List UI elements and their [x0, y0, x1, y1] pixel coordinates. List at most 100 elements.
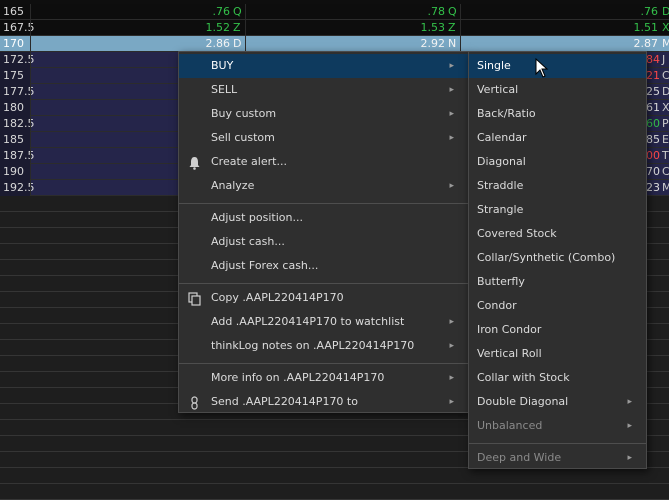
menu-item-label: Deep and Wide	[477, 451, 562, 464]
context-menu: BUY ▸ SELL ▸ Buy custom ▸ Sell custom ▸ Create a…	[178, 51, 469, 413]
submenu-arrow-icon: ▸	[449, 181, 454, 191]
partial-value: 23	[646, 181, 660, 194]
buy-submenu: Single Vertical Back/Ratio Calendar Diagonal…	[468, 51, 647, 469]
menu-item-single[interactable]: Single	[469, 54, 646, 78]
menu-item-label: thinkLog notes on .AAPL220414P170	[211, 339, 415, 352]
menu-item-more-info-on-aapl220414p170[interactable]: More info on .AAPL220414P170 ▸	[179, 366, 468, 390]
ask-exchange: N	[448, 37, 457, 50]
strike-price: 187.5	[0, 148, 35, 164]
menu-item-copy-aapl220414p170[interactable]: Copy .AAPL220414P170	[179, 286, 468, 310]
menu-item-collar-with-stock[interactable]: Collar with Stock	[469, 366, 646, 390]
ask-value: .78	[427, 5, 446, 18]
menu-item-buy-custom[interactable]: Buy custom ▸	[179, 102, 468, 126]
submenu-arrow-icon: ▸	[627, 421, 632, 431]
strike-price: 180	[0, 100, 30, 116]
column-divider	[460, 4, 461, 19]
option-row[interactable]: 165.76 Q .78 Q .76 D	[0, 4, 669, 20]
last-value: 1.51	[633, 21, 659, 34]
menu-item-label: Diagonal	[477, 155, 526, 168]
strike-price: 170	[3, 37, 24, 50]
menu-item-diagonal[interactable]: Diagonal	[469, 150, 646, 174]
option-row[interactable]: 170 2.86 D 2.92 N 2.87 M	[0, 36, 669, 52]
menu-item-analyze[interactable]: Analyze ▸	[179, 174, 468, 198]
submenu-arrow-icon: ▸	[627, 453, 632, 463]
partial-value: 00	[646, 149, 660, 162]
menu-separator	[179, 363, 468, 364]
menu-item-label: Adjust Forex cash...	[211, 259, 319, 272]
submenu-arrow-icon: ▸	[449, 133, 454, 143]
menu-item-iron-condor[interactable]: Iron Condor	[469, 318, 646, 342]
ask-exchange: Q	[448, 5, 457, 18]
strike-price: 182.5	[0, 116, 35, 132]
ask-value: 1.53	[420, 21, 446, 34]
strike-price: 177.5	[0, 84, 35, 100]
menu-item-label: Adjust position...	[211, 211, 303, 224]
menu-item-label: Single	[477, 59, 511, 72]
menu-item-butterfly[interactable]: Butterfly	[469, 270, 646, 294]
partial-exchange: D	[662, 85, 669, 98]
submenu-arrow-icon: ▸	[449, 397, 454, 407]
menu-item-strangle[interactable]: Strangle	[469, 198, 646, 222]
menu-item-add-aapl220414p170-to-watchlist[interactable]: Add .AAPL220414P170 to watchlist ▸	[179, 310, 468, 334]
partial-value: 60	[646, 117, 660, 130]
column-divider	[30, 164, 31, 179]
partial-value: 85	[646, 133, 660, 146]
mouse-cursor-icon	[535, 58, 549, 78]
menu-item-create-alert[interactable]: Create alert...	[179, 150, 468, 174]
menu-item-label: Adjust cash...	[211, 235, 285, 248]
menu-item-label: Vertical Roll	[477, 347, 542, 360]
menu-item-sell-custom[interactable]: Sell custom ▸	[179, 126, 468, 150]
menu-item-label: Strangle	[477, 203, 524, 216]
menu-item-adjust-cash[interactable]: Adjust cash...	[179, 230, 468, 254]
strike-price: 167.5	[3, 21, 35, 34]
strike-price: 185	[0, 132, 30, 148]
menu-item-label: Calendar	[477, 131, 527, 144]
menu-item-unbalanced[interactable]: Unbalanced ▸	[469, 414, 646, 438]
partial-exchange: C	[662, 69, 669, 82]
last-value: 2.87	[633, 37, 659, 50]
menu-item-back-ratio[interactable]: Back/Ratio	[469, 102, 646, 126]
partial-exchange: J	[662, 53, 666, 66]
menu-item-double-diagonal[interactable]: Double Diagonal ▸	[469, 390, 646, 414]
menu-item-label: Send .AAPL220414P170 to	[211, 395, 358, 408]
menu-item-send-aapl220414p170-to[interactable]: Send .AAPL220414P170 to ▸	[179, 390, 468, 414]
menu-item-condor[interactable]: Condor	[469, 294, 646, 318]
submenu-arrow-icon: ▸	[449, 373, 454, 383]
partial-exchange: X	[662, 101, 669, 114]
link-icon	[188, 395, 201, 410]
menu-item-adjust-forex-cash[interactable]: Adjust Forex cash...	[179, 254, 468, 278]
column-divider	[460, 36, 461, 51]
strike-price: 172.5	[0, 52, 35, 68]
menu-item-label: Copy .AAPL220414P170	[211, 291, 344, 304]
column-divider	[30, 116, 31, 131]
strike-price: 175	[0, 68, 30, 84]
menu-item-vertical[interactable]: Vertical	[469, 78, 646, 102]
menu-item-label: Back/Ratio	[477, 107, 536, 120]
menu-item-deep-and-wide[interactable]: Deep and Wide ▸	[469, 446, 646, 470]
partial-exchange: T	[662, 149, 669, 162]
menu-item-adjust-position[interactable]: Adjust position...	[179, 206, 468, 230]
column-divider	[30, 20, 31, 35]
menu-item-vertical-roll[interactable]: Vertical Roll	[469, 342, 646, 366]
menu-item-straddle[interactable]: Straddle	[469, 174, 646, 198]
partial-exchange: M	[662, 181, 669, 194]
menu-separator	[469, 443, 646, 444]
menu-item-buy[interactable]: BUY ▸	[179, 54, 468, 78]
option-row[interactable]: 167.5 1.52 Z 1.53 Z 1.51 X	[0, 20, 669, 36]
partial-value: 25	[646, 85, 660, 98]
menu-item-sell[interactable]: SELL ▸	[179, 78, 468, 102]
menu-item-label: Analyze	[211, 179, 255, 192]
column-divider	[30, 180, 31, 195]
column-divider	[30, 132, 31, 147]
menu-item-calendar[interactable]: Calendar	[469, 126, 646, 150]
menu-item-collar-synthetic-combo[interactable]: Collar/Synthetic (Combo)	[469, 246, 646, 270]
column-divider	[245, 4, 246, 19]
menu-separator	[179, 203, 468, 204]
partial-value: 84	[646, 53, 660, 66]
menu-item-label: SELL	[211, 83, 238, 96]
last-exchange: M	[662, 37, 669, 50]
menu-item-label: Double Diagonal	[477, 395, 569, 408]
menu-item-label: Covered Stock	[477, 227, 557, 240]
menu-item-thinklog-notes-on-aapl220414p170[interactable]: thinkLog notes on .AAPL220414P170 ▸	[179, 334, 468, 358]
menu-item-covered-stock[interactable]: Covered Stock	[469, 222, 646, 246]
